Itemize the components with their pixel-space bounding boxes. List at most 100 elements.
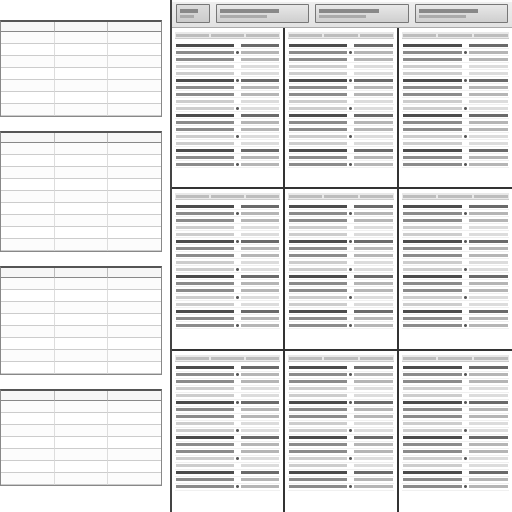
table-row bbox=[1, 302, 161, 314]
list-item bbox=[402, 77, 509, 84]
left-panel bbox=[0, 0, 170, 512]
list-item bbox=[175, 365, 280, 372]
table-row bbox=[1, 278, 161, 290]
table-row bbox=[1, 68, 161, 80]
list-item bbox=[175, 63, 280, 70]
list-item bbox=[288, 386, 393, 393]
list-item bbox=[175, 301, 280, 308]
list-item bbox=[175, 203, 280, 210]
table-row bbox=[1, 449, 161, 461]
table-row bbox=[1, 92, 161, 104]
list-item bbox=[402, 379, 509, 386]
list-item bbox=[175, 210, 280, 217]
list-item bbox=[402, 224, 509, 231]
list-item bbox=[175, 266, 280, 273]
list-item bbox=[175, 140, 280, 147]
table-row bbox=[1, 80, 161, 92]
list-item bbox=[402, 484, 509, 491]
table-row bbox=[1, 350, 161, 362]
list-item bbox=[288, 210, 393, 217]
list-item bbox=[175, 477, 280, 484]
list-item bbox=[288, 154, 393, 161]
table-row bbox=[1, 227, 161, 239]
list-item bbox=[288, 140, 393, 147]
list-item bbox=[175, 407, 280, 414]
list-item bbox=[402, 301, 509, 308]
list-item bbox=[402, 435, 509, 442]
list-item bbox=[175, 484, 280, 491]
list-item bbox=[175, 386, 280, 393]
table-row bbox=[1, 191, 161, 203]
list-item bbox=[288, 301, 393, 308]
list-item bbox=[288, 245, 393, 252]
list-item bbox=[402, 259, 509, 266]
table-row bbox=[1, 56, 161, 68]
list-item bbox=[288, 379, 393, 386]
list-item bbox=[402, 287, 509, 294]
list-item bbox=[288, 273, 393, 280]
list-item bbox=[175, 287, 280, 294]
list-item bbox=[288, 161, 393, 168]
list-item bbox=[402, 456, 509, 463]
list-item bbox=[175, 126, 280, 133]
list-item bbox=[288, 393, 393, 400]
list-item bbox=[175, 119, 280, 126]
list-item bbox=[402, 294, 509, 301]
header-segment[interactable] bbox=[176, 4, 210, 23]
list-item bbox=[288, 315, 393, 322]
list-item bbox=[175, 217, 280, 224]
table-row bbox=[1, 326, 161, 338]
list-item bbox=[402, 428, 509, 435]
list-item bbox=[402, 217, 509, 224]
table-row bbox=[1, 203, 161, 215]
list-item bbox=[288, 308, 393, 315]
blank-table bbox=[0, 389, 162, 486]
list-item bbox=[402, 414, 509, 421]
list-item bbox=[288, 280, 393, 287]
header-segment[interactable] bbox=[216, 4, 309, 23]
list-item bbox=[175, 372, 280, 379]
list-item bbox=[288, 112, 393, 119]
table-row bbox=[1, 32, 161, 44]
list-item bbox=[288, 470, 393, 477]
table-row bbox=[1, 290, 161, 302]
list-item bbox=[288, 224, 393, 231]
table-row bbox=[1, 461, 161, 473]
list-item bbox=[402, 84, 509, 91]
data-section bbox=[172, 189, 285, 350]
list-item bbox=[288, 365, 393, 372]
list-item bbox=[402, 365, 509, 372]
list-item bbox=[402, 112, 509, 119]
list-item bbox=[288, 133, 393, 140]
header-segment[interactable] bbox=[315, 4, 408, 23]
list-item bbox=[175, 273, 280, 280]
table-row bbox=[1, 155, 161, 167]
list-item bbox=[402, 140, 509, 147]
list-item bbox=[288, 238, 393, 245]
list-item bbox=[175, 470, 280, 477]
list-item bbox=[402, 49, 509, 56]
header-bar bbox=[172, 2, 512, 28]
list-item bbox=[288, 266, 393, 273]
table-row bbox=[1, 338, 161, 350]
list-item bbox=[402, 280, 509, 287]
list-item bbox=[402, 386, 509, 393]
list-item bbox=[402, 421, 509, 428]
list-item bbox=[402, 231, 509, 238]
list-item bbox=[288, 484, 393, 491]
table-row bbox=[1, 44, 161, 56]
list-item bbox=[288, 322, 393, 329]
list-item bbox=[175, 259, 280, 266]
list-item bbox=[288, 56, 393, 63]
data-section bbox=[172, 28, 285, 189]
list-item bbox=[402, 98, 509, 105]
table-row bbox=[1, 413, 161, 425]
list-item bbox=[402, 315, 509, 322]
list-item bbox=[288, 421, 393, 428]
table-row bbox=[1, 239, 161, 251]
header-segment[interactable] bbox=[415, 4, 508, 23]
data-section bbox=[285, 351, 398, 512]
data-section bbox=[285, 189, 398, 350]
table-row bbox=[1, 167, 161, 179]
list-item bbox=[175, 98, 280, 105]
